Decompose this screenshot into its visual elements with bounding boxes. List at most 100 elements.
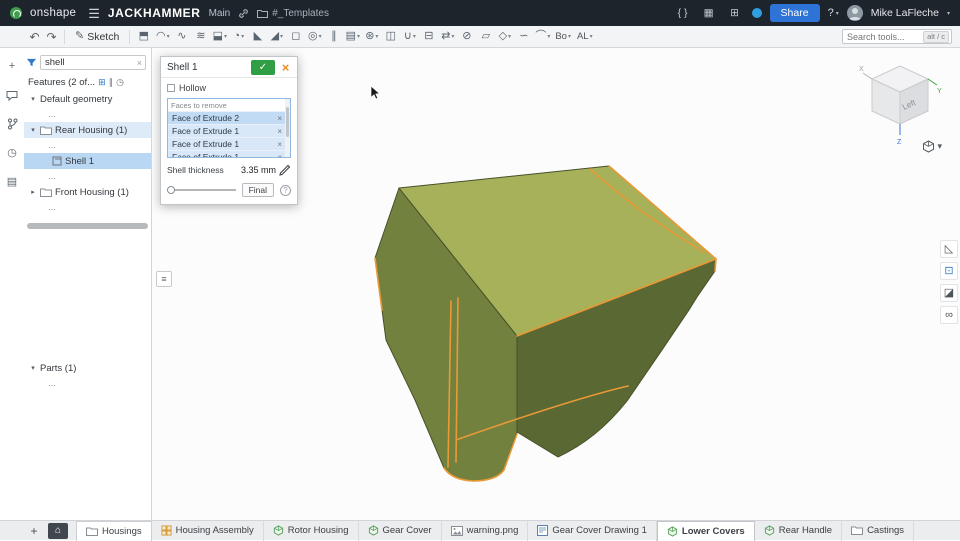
draft-tool-button[interactable]: ◢▾ xyxy=(267,28,286,46)
tree-ellipsis-row[interactable]: ... xyxy=(24,200,151,215)
hollow-option[interactable]: Hollow xyxy=(167,83,291,93)
tree-row-shell-1[interactable]: Shell 1 xyxy=(24,153,151,169)
confirm-check-icon[interactable]: ✓ xyxy=(251,60,275,75)
hollow-checkbox[interactable] xyxy=(167,84,175,92)
face-list-item[interactable]: Face of Extrude 2× xyxy=(168,111,290,124)
section-view-button[interactable]: ⊡ xyxy=(940,262,958,280)
share-button[interactable]: Share xyxy=(770,4,820,22)
tab-housings[interactable]: Housings xyxy=(76,521,152,541)
fillet-tool-button[interactable]: ◔▾ xyxy=(229,28,248,46)
tab-housing-assembly[interactable]: Housing Assembly xyxy=(152,521,264,541)
bo-custom-tool-button[interactable]: Bo▾ xyxy=(552,28,574,46)
loft-tool-button[interactable]: ≋ xyxy=(191,28,210,46)
branch-name[interactable]: Main xyxy=(209,8,231,19)
revolve-tool-button[interactable]: ◠▾ xyxy=(153,28,172,46)
tab-castings[interactable]: Castings xyxy=(842,521,914,541)
caret-down-icon[interactable]: ▾ xyxy=(29,95,37,103)
feature-search-input[interactable] xyxy=(40,55,146,70)
parts-ellipsis-row[interactable]: ... xyxy=(24,376,151,391)
versions-panel-button[interactable] xyxy=(4,116,20,132)
help-menu[interactable]: ? ▾ xyxy=(828,7,839,19)
tree-ellipsis-row[interactable]: ... xyxy=(24,138,151,153)
tree-row-default-geometry[interactable]: ▾Default geometry xyxy=(24,91,151,107)
tab-lower-covers[interactable]: Lower Covers xyxy=(657,521,755,541)
mirror-tool-button[interactable]: ◫ xyxy=(381,28,400,46)
remove-face-icon[interactable]: × xyxy=(277,127,282,136)
integrations-icon[interactable]: ⊞ xyxy=(726,4,744,22)
add-tab-icon[interactable]: + xyxy=(26,523,42,539)
link-icon[interactable] xyxy=(238,8,249,19)
tab-gear-cover-drawing-1[interactable]: Gear Cover Drawing 1 xyxy=(528,521,657,541)
measure-button[interactable]: ◺ xyxy=(940,240,958,258)
comment-panel-button[interactable] xyxy=(4,87,20,103)
tab-rotor-housing[interactable]: Rotor Housing xyxy=(264,521,359,541)
caret-right-icon[interactable]: ▸ xyxy=(29,188,37,196)
tab-gear-cover[interactable]: Gear Cover xyxy=(359,521,442,541)
remove-face-icon[interactable]: × xyxy=(277,114,282,123)
plane-tool-button[interactable]: ◇▾ xyxy=(495,28,514,46)
undo-icon[interactable]: ↶ xyxy=(26,28,43,45)
linear-pattern-tool-button[interactable]: ▤▾ xyxy=(343,28,362,46)
parts-header-row[interactable]: ▾ Parts (1) xyxy=(24,360,151,376)
appearance-button[interactable]: ◪ xyxy=(940,284,958,302)
view-cube[interactable]: Left X Y Z xyxy=(858,54,944,146)
split-tool-button[interactable]: ⊟ xyxy=(419,28,438,46)
redo-icon[interactable]: ↷ xyxy=(43,28,60,45)
suppress-icon[interactable]: ∥ xyxy=(109,78,114,87)
shell-tool-button[interactable]: ◻ xyxy=(286,28,305,46)
filter-list-icon[interactable]: ⊞ xyxy=(98,78,106,87)
remove-face-icon[interactable]: × xyxy=(277,140,282,149)
hamburger-menu-icon[interactable]: ☰ xyxy=(88,7,100,20)
helix-tool-button[interactable]: ∽ xyxy=(514,28,533,46)
caret-down-icon[interactable]: ▾ xyxy=(29,364,37,372)
thicken-tool-button[interactable]: ⬓▾ xyxy=(210,28,229,46)
caret-down-icon[interactable]: ▾ xyxy=(947,10,950,17)
insert-panel-button[interactable]: + xyxy=(4,58,20,74)
faces-to-remove-box[interactable]: Faces to remove Face of Extrude 2×Face o… xyxy=(167,98,291,158)
filter-funnel-icon[interactable] xyxy=(26,57,37,68)
al-custom-tool-button[interactable]: AL▾ xyxy=(574,28,596,46)
caret-down-icon[interactable]: ▾ xyxy=(29,126,37,134)
horizontal-scrollbar[interactable] xyxy=(27,223,148,229)
history-panel-button[interactable]: ◷ xyxy=(4,145,20,161)
cancel-x-icon[interactable]: × xyxy=(278,60,293,75)
transform-tool-button[interactable]: ⇄▾ xyxy=(438,28,457,46)
face-list-item[interactable]: Face of Extrude 1× xyxy=(168,150,290,158)
offset-surface-tool-button[interactable]: ▱ xyxy=(476,28,495,46)
final-button[interactable]: Final xyxy=(242,183,274,197)
thickness-value[interactable]: 3.35 mm xyxy=(241,165,276,175)
curve-tool-button[interactable]: ⌒▾ xyxy=(533,28,552,46)
clear-search-icon[interactable]: × xyxy=(137,58,142,68)
feature-list-panel-button[interactable]: ▤ xyxy=(4,174,20,190)
tab-manager-icon[interactable]: ⌂ xyxy=(48,523,68,539)
thickness-slider[interactable] xyxy=(167,189,236,191)
view-options-button[interactable]: ▾ xyxy=(922,140,942,153)
face-list-item[interactable]: Face of Extrude 1× xyxy=(168,137,290,150)
tree-row-front-housing-1-[interactable]: ▸Front Housing (1) xyxy=(24,184,151,200)
sweep-tool-button[interactable]: ∿ xyxy=(172,28,191,46)
graphics-viewport[interactable]: Shell 1 ✓ × Hollow Faces to remove Face … xyxy=(152,48,960,520)
faces-scrollbar[interactable] xyxy=(285,99,290,157)
named-views-button[interactable]: ∞ xyxy=(940,306,958,324)
tools-search[interactable]: alt / c xyxy=(842,29,952,44)
extrude-tool-button[interactable]: ⬒ xyxy=(134,28,153,46)
tab-warning-png[interactable]: warning.png xyxy=(442,521,529,541)
tree-row-rear-housing-1-[interactable]: ▾Rear Housing (1) xyxy=(24,122,151,138)
tree-ellipsis-row[interactable]: ... xyxy=(24,169,151,184)
eyedropper-icon[interactable] xyxy=(279,164,291,176)
delete-face-tool-button[interactable]: ⊘ xyxy=(457,28,476,46)
status-globe-icon[interactable] xyxy=(752,8,762,18)
dialog-header[interactable]: Shell 1 ✓ × xyxy=(161,57,297,78)
featurescript-braces-icon[interactable]: { } xyxy=(674,4,692,22)
tab-rear-handle[interactable]: Rear Handle xyxy=(755,521,842,541)
sketch-button[interactable]: ✎ Sketch xyxy=(69,28,125,46)
slider-handle[interactable] xyxy=(167,186,175,194)
boolean-tool-button[interactable]: ∪▾ xyxy=(400,28,419,46)
dialog-help-icon[interactable]: ? xyxy=(280,185,291,196)
rib-tool-button[interactable]: ∥ xyxy=(324,28,343,46)
tree-ellipsis-row[interactable]: ... xyxy=(24,107,151,122)
document-tab[interactable]: #_Templates xyxy=(257,8,329,19)
feature-list-toggle-icon[interactable]: ≡ xyxy=(156,271,172,287)
chamfer-tool-button[interactable]: ◣ xyxy=(248,28,267,46)
hole-tool-button[interactable]: ◎▾ xyxy=(305,28,324,46)
